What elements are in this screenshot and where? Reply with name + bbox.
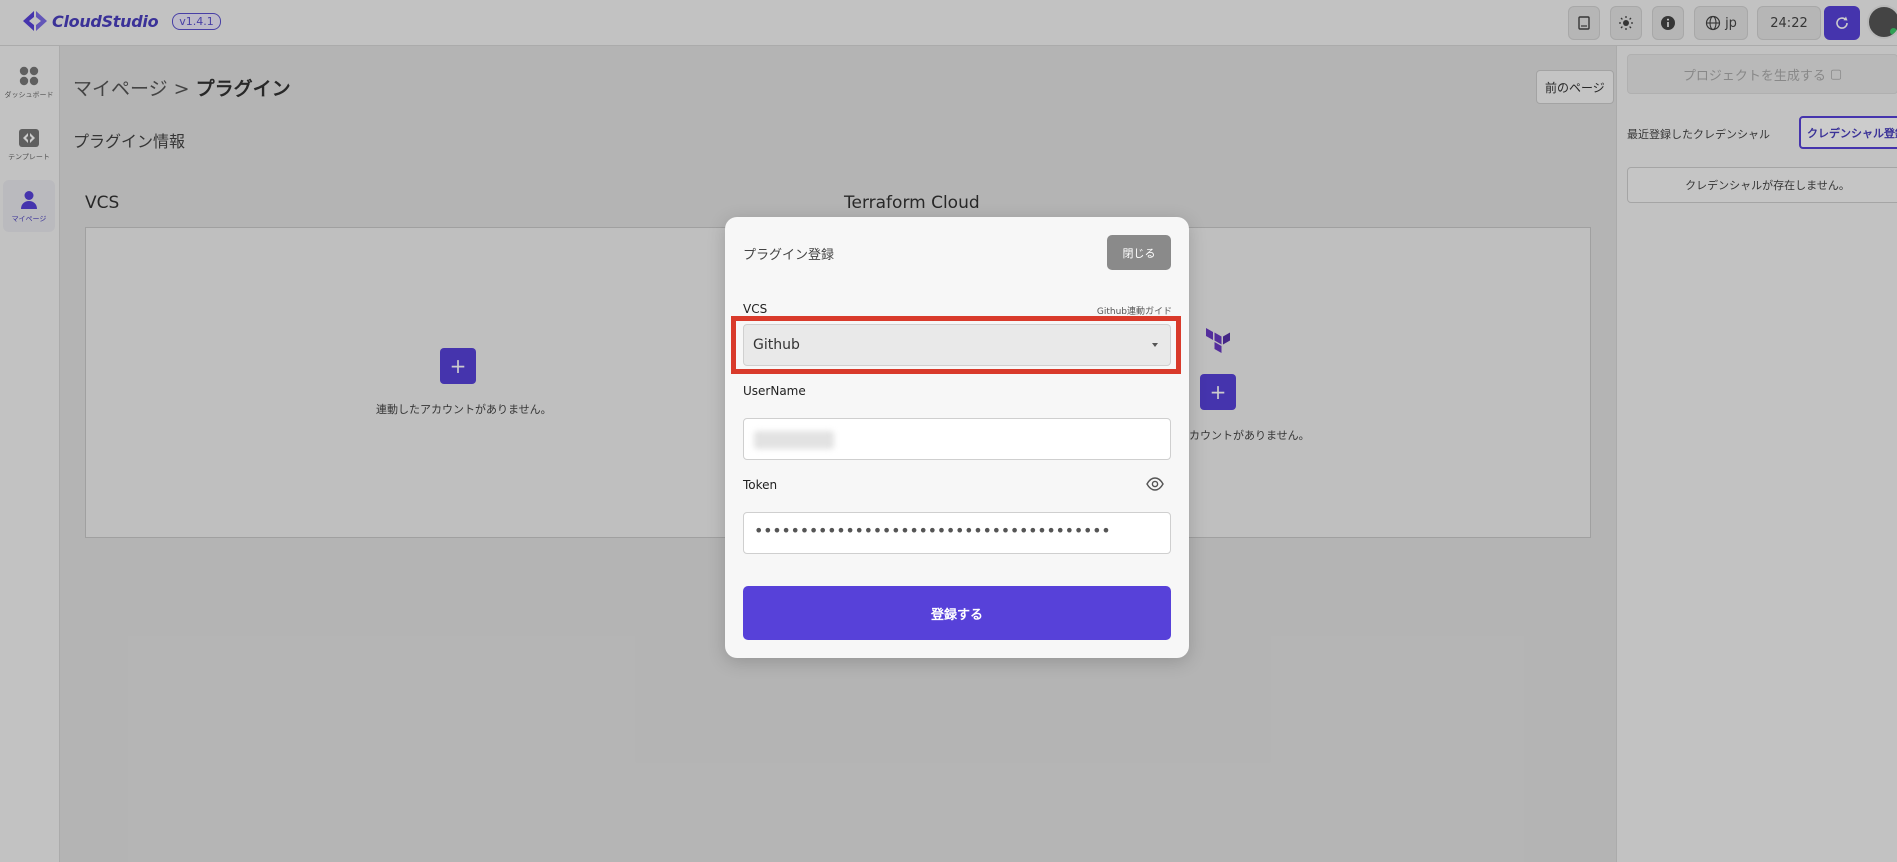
- close-button[interactable]: 閉じる: [1107, 235, 1171, 270]
- username-value-blurred: [754, 431, 834, 449]
- modal-title: プラグイン登録: [743, 248, 835, 263]
- token-input[interactable]: •••••••••••••••••••••••••••••••••••••••: [743, 512, 1171, 554]
- token-masked-value: •••••••••••••••••••••••••••••••••••••••: [754, 521, 1111, 540]
- eye-icon[interactable]: [1146, 477, 1164, 491]
- vcs-select[interactable]: Github: [743, 324, 1171, 366]
- token-label: Token: [743, 478, 778, 492]
- dropdown-arrow-icon: [1152, 343, 1158, 347]
- register-button[interactable]: 登録する: [743, 586, 1171, 640]
- plugin-register-modal: プラグイン登録 閉じる VCS Github連動ガイド Github UserN…: [725, 217, 1189, 658]
- username-input[interactable]: [743, 418, 1171, 460]
- vcs-selected-value: Github: [753, 337, 800, 353]
- username-label: UserName: [743, 384, 806, 398]
- vcs-label: VCS: [743, 302, 768, 316]
